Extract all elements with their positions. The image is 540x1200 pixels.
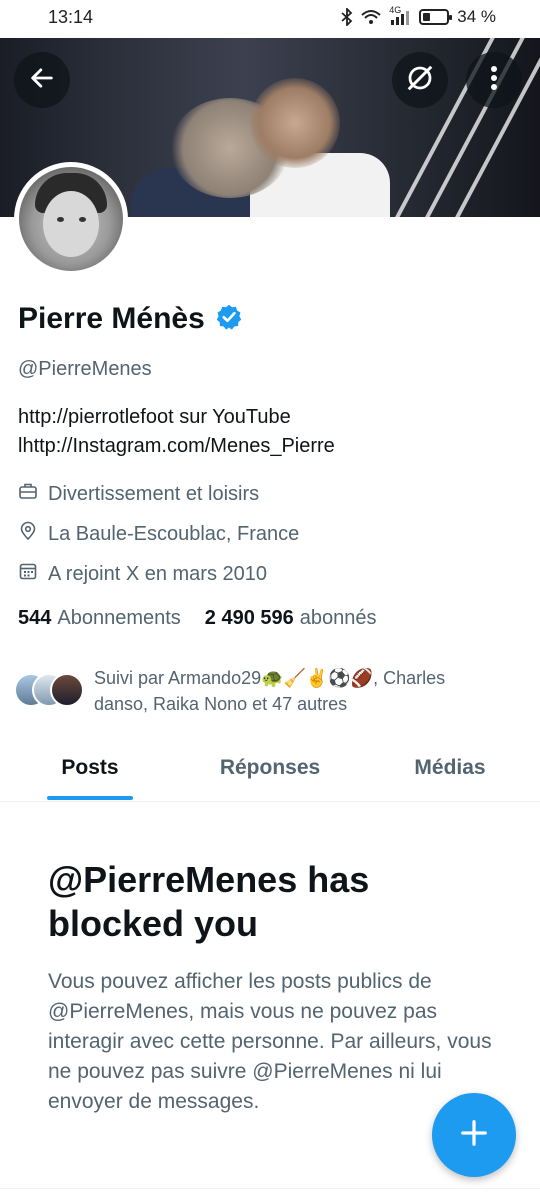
bluetooth-icon <box>341 8 353 26</box>
status-bar: 13:14 4G 34 % <box>0 0 540 36</box>
blocked-message: Vous pouvez afficher les posts publics d… <box>48 970 492 1113</box>
profile-location: La Baule-Escoublac, France <box>18 521 299 547</box>
tab-posts[interactable]: Posts <box>0 745 180 801</box>
profile-tabs: Posts Réponses Médias <box>0 745 540 802</box>
plus-icon <box>459 1118 489 1153</box>
profile-bio: http://pierrotlefoot sur YouTube lhttp:/… <box>18 403 335 461</box>
blocked-title: @PierreMenes has blocked you <box>48 859 370 944</box>
followed-by-text: Suivi par Armando29🐢🧹✌️⚽🏈, Charles danso… <box>94 668 446 714</box>
profile-name-row: Pierre Ménès <box>18 302 243 336</box>
grok-button[interactable] <box>392 52 448 108</box>
profile-handle: @PierreMenes <box>18 358 152 380</box>
network-type: 4G <box>389 5 402 15</box>
arrow-left-icon <box>28 64 56 97</box>
profile-joined: A rejoint X en mars 2010 <box>18 561 267 587</box>
profile-category: Divertissement et loisirs <box>18 481 259 507</box>
following-count: 544 <box>18 607 52 629</box>
avatar[interactable] <box>14 162 128 276</box>
location-pin-icon <box>18 521 38 547</box>
cell-signal-icon: 4G <box>389 5 411 25</box>
compose-button[interactable] <box>432 1093 516 1177</box>
profile-name: Pierre Ménès <box>18 302 205 335</box>
grok-icon <box>405 63 435 98</box>
bio-link-instagram[interactable]: lhttp://Instagram.com/Menes_Pierre <box>18 432 335 461</box>
verified-badge-icon[interactable] <box>215 303 243 336</box>
joined-label: A rejoint X en mars 2010 <box>48 562 268 585</box>
followers-label: abonnés <box>299 607 377 629</box>
briefcase-icon <box>18 481 38 507</box>
follow-stats: 544 Abonnements 2 490 596 abonnés <box>18 607 377 630</box>
location-label: La Baule-Escoublac, France <box>48 522 300 545</box>
more-vertical-icon <box>490 65 498 96</box>
tab-media[interactable]: Médias <box>360 745 540 801</box>
followers-link[interactable]: 2 490 596 abonnés <box>205 607 377 630</box>
avatar <box>50 673 84 707</box>
follower-avatars <box>14 673 84 713</box>
battery-fill <box>423 13 431 21</box>
calendar-icon <box>18 561 38 587</box>
status-icons: 4G 34 % <box>341 5 496 27</box>
battery-percent: 34 % <box>457 7 496 26</box>
following-label: Abonnements <box>57 607 181 629</box>
following-link[interactable]: 544 Abonnements <box>18 607 181 630</box>
status-time: 13:14 <box>48 7 94 27</box>
back-button[interactable] <box>14 52 70 108</box>
followers-count: 2 490 596 <box>204 607 294 629</box>
battery-icon <box>419 9 453 25</box>
category-label: Divertissement et loisirs <box>48 482 260 505</box>
wifi-icon <box>361 9 381 25</box>
avatar-image <box>19 167 123 271</box>
more-button[interactable] <box>466 52 522 108</box>
banner-decoration <box>250 78 340 168</box>
bio-link-youtube[interactable]: http://pierrotlefoot sur YouTube <box>18 403 335 432</box>
tab-replies[interactable]: Réponses <box>180 745 360 801</box>
divider <box>0 1188 540 1189</box>
followed-by[interactable]: Suivi par Armando29🐢🧹✌️⚽🏈, Charles danso… <box>14 665 494 717</box>
